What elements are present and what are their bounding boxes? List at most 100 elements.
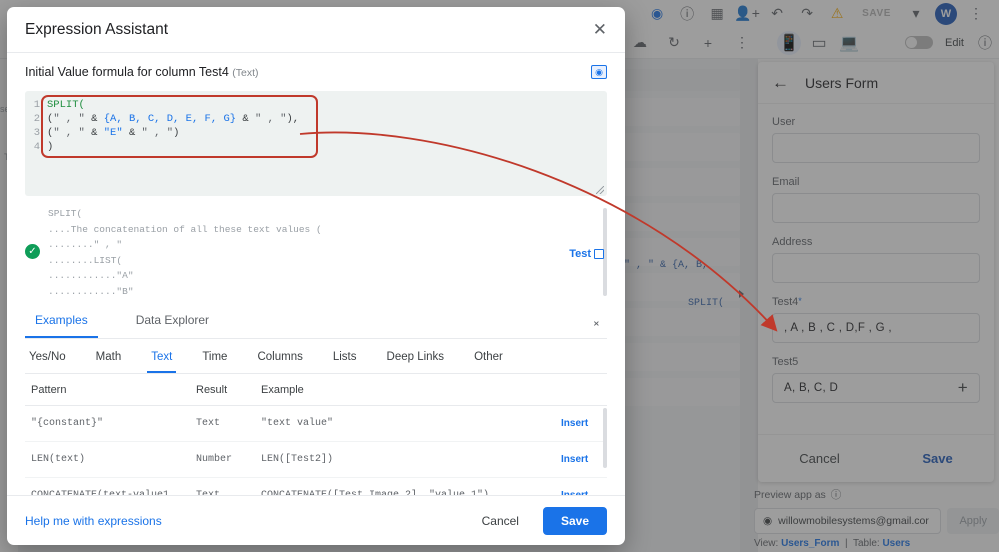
formula-subtitle-text: Initial Value formula for column Test4 — [25, 65, 229, 79]
help-icon[interactable]: ⓘ — [672, 2, 702, 26]
canvas-row — [622, 133, 740, 161]
category-tab-math[interactable]: Math — [92, 339, 126, 373]
insert-button[interactable]: Insert — [561, 417, 607, 430]
device-preview-group: 📱 ▭ 💻 Edit ⓘ ↗ — [777, 30, 999, 55]
category-tab-deep-links[interactable]: Deep Links — [383, 339, 449, 373]
undo-icon[interactable]: ↶ — [762, 2, 792, 26]
line-content: ) — [47, 141, 54, 153]
help-link[interactable]: Help me with expressions — [25, 514, 162, 528]
save-button[interactable]: SAVE — [852, 5, 901, 22]
address-input[interactable] — [772, 253, 980, 283]
edit-mode-toggle[interactable] — [905, 36, 933, 49]
preview-user-select[interactable]: ◉ willowmobilesystems@gmail.cor — [754, 508, 942, 534]
view-prefix: View: — [754, 538, 779, 549]
insert-button[interactable]: Insert — [561, 453, 607, 466]
info-icon[interactable]: ⓘ — [831, 487, 842, 502]
preview-app-as-label: Preview app as ⓘ — [754, 487, 999, 502]
close-icon[interactable]: ✕ — [593, 21, 607, 38]
formula-editor[interactable]: 1 SPLIT(2 (" , " & {A, B, C, D, E, F, G} &… — [25, 91, 607, 196]
insert-button[interactable]: Insert — [561, 489, 607, 495]
preview-form: User Email Address Test4* , A , B , C , … — [758, 104, 994, 403]
eye-icon[interactable]: ◉ — [642, 2, 672, 26]
col-header-pattern: Pattern — [31, 384, 67, 396]
category-tab-columns[interactable]: Columns — [253, 339, 306, 373]
examples-table-header: Pattern Result Example — [25, 374, 607, 406]
canvas-right-strip — [740, 59, 758, 552]
field-label-text: User — [772, 116, 796, 128]
plus-icon[interactable]: + — [693, 31, 723, 55]
view-link[interactable]: Users_Form — [781, 538, 839, 549]
test-link-label: Test — [569, 248, 591, 260]
apps-icon[interactable]: ▦ — [702, 2, 732, 26]
dialog-actions: Cancel Save — [472, 506, 607, 535]
avatar[interactable]: W — [935, 2, 957, 25]
test5-input[interactable]: A, B, C, D + — [772, 373, 980, 403]
formula-editor-wrap: 1 SPLIT(2 (" , " & {A, B, C, D, E, F, G} &… — [7, 91, 625, 196]
preview-panel: ← Users Form User Email Address Test4* ,… — [758, 62, 994, 482]
required-marker: * — [798, 296, 802, 306]
field-label-test5: Test5 — [772, 356, 980, 368]
kebab-menu-icon[interactable]: ⋮ — [961, 2, 991, 26]
resize-grip[interactable] — [596, 186, 604, 194]
canvas-row — [622, 203, 740, 231]
line-number: 1 — [33, 99, 40, 111]
category-tab-other[interactable]: Other — [470, 339, 507, 373]
test5-value: A, B, C, D — [784, 382, 839, 394]
category-tab-lists[interactable]: Lists — [329, 339, 361, 373]
external-link-icon — [594, 249, 604, 259]
tablet-icon[interactable]: ▭ — [807, 31, 831, 55]
table-row[interactable]: CONCATENATE(text-value1, [text-value2, .… — [25, 478, 607, 495]
phone-icon[interactable]: 📱 — [777, 30, 801, 55]
table-row[interactable]: LEN(text) Number LEN([Test2]) Insert — [25, 442, 607, 478]
save-button[interactable]: Save — [542, 506, 607, 535]
tab-data-explorer[interactable]: Data Explorer — [126, 304, 219, 338]
formula-line: 1 SPLIT( — [25, 98, 607, 112]
cell-pattern: LEN(text) — [31, 454, 86, 465]
examples-table-body: "{constant}" Text "text value" Insert LEN(te… — [25, 406, 607, 495]
cell-pattern: "{constant}" — [31, 418, 104, 429]
back-arrow-icon[interactable]: ← — [772, 73, 789, 93]
test-link[interactable]: Test — [569, 248, 604, 260]
canvas-row — [622, 98, 740, 126]
cancel-button[interactable]: Cancel — [472, 507, 529, 535]
canvas-row — [622, 273, 740, 301]
panel-collapse-caret-icon[interactable] — [739, 290, 744, 298]
preview-cancel-button[interactable]: Cancel — [799, 451, 839, 466]
col-header-example: Example — [261, 384, 304, 396]
chevron-down-icon[interactable]: ▾ — [901, 2, 931, 26]
preview-title: Users Form — [805, 74, 879, 91]
data-icon[interactable]: ☁ — [625, 31, 655, 55]
field-label-email: Email — [772, 176, 980, 188]
cell-pattern: CONCATENATE(text-value1, [text-value2, .… — [31, 489, 196, 495]
desktop-icon[interactable]: 💻 — [837, 31, 861, 55]
warning-icon[interactable]: ⚠ — [822, 2, 852, 26]
refresh-icon[interactable]: ↻ — [659, 31, 689, 55]
line-content: SPLIT( — [47, 99, 85, 111]
canvas-row — [622, 69, 740, 91]
table-link[interactable]: Users — [882, 538, 910, 549]
canvas-row — [622, 378, 740, 406]
formula-subtitle: Initial Value formula for column Test4 (… — [25, 65, 259, 79]
formula-line: 4) — [25, 140, 607, 154]
add-item-plus-icon[interactable]: + — [958, 378, 968, 398]
test4-input[interactable]: , A , B , C , D,F , G , — [772, 313, 980, 343]
redo-icon[interactable]: ↷ — [792, 2, 822, 26]
category-tab-time[interactable]: Time — [198, 339, 231, 373]
category-tab-text[interactable]: Text — [147, 339, 177, 373]
preview-app-as-section: Preview app as ⓘ ◉ willowmobilesystems@g… — [754, 487, 999, 534]
add-person-icon[interactable]: 👤+ — [732, 2, 762, 26]
line-content: (" , " & "E" & " , ") — [47, 127, 180, 139]
table-row[interactable]: "{constant}" Text "text value" Insert — [25, 406, 607, 442]
preview-save-button[interactable]: Save — [922, 451, 952, 466]
category-tab-yes-no[interactable]: Yes/No — [25, 339, 70, 373]
tab-examples[interactable]: Examples — [25, 304, 98, 338]
apply-button[interactable]: Apply — [947, 508, 999, 534]
kebab-icon[interactable]: ⋮ — [727, 31, 757, 55]
email-input[interactable] — [772, 193, 980, 223]
cell-result: Text — [196, 489, 261, 495]
field-label-text: Address — [772, 236, 813, 248]
user-input[interactable] — [772, 133, 980, 163]
info-icon[interactable]: ⓘ — [970, 31, 999, 55]
table-scrollbar[interactable] — [603, 408, 607, 468]
eye-preview-icon[interactable]: ◉ — [591, 65, 607, 79]
